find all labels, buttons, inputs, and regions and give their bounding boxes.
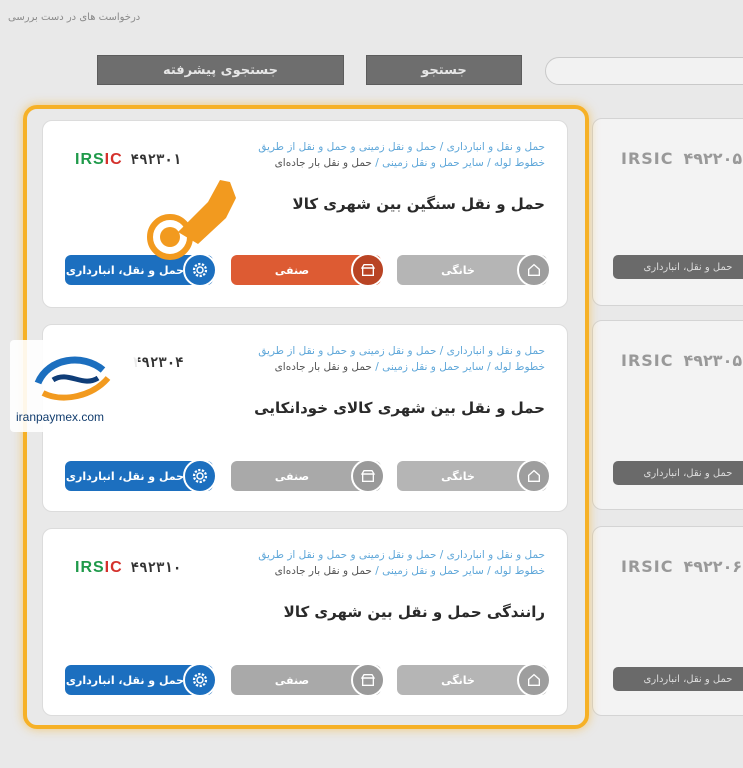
home-icon: [517, 253, 551, 287]
guild-type-button[interactable]: صنفی: [231, 253, 385, 287]
irsic-code: ۴۹۲۳۰۴: [133, 355, 184, 371]
activity-code: ۴۹۲۳۰۴: [133, 355, 184, 371]
category-button[interactable]: حمل و نقل، انبارداری: [65, 459, 217, 493]
search-input[interactable]: [545, 57, 743, 85]
side-card-category[interactable]: حمل و نقل، انبارداری: [613, 255, 743, 279]
pointer-hand-icon: [138, 152, 248, 266]
gear-icon: [183, 663, 217, 697]
side-card[interactable]: IRSIC ۴۹۲۳۰۵ حمل و نقل، انبارداری: [592, 320, 743, 510]
guild-type-button[interactable]: صنفی: [231, 663, 385, 697]
home-icon: [517, 459, 551, 493]
home-icon: [517, 663, 551, 697]
advanced-search-button[interactable]: جستجوی پیشرفته: [97, 55, 344, 85]
activity-title: رانندگی حمل و نقل بین شهری کالا: [283, 603, 545, 621]
activity-code: ۴۹۲۳۱۰: [130, 560, 182, 576]
category-button[interactable]: حمل و نقل، انبارداری: [65, 663, 217, 697]
gear-icon: [183, 459, 217, 493]
side-card[interactable]: IRSIC ۴۹۲۲۰۶ حمل و نقل، انبارداری: [592, 526, 743, 716]
activity-title: حمل و نقل سنگین بین شهری کالا: [292, 195, 545, 213]
side-card-code: IRSIC ۴۹۲۳۰۵: [621, 351, 743, 370]
shop-icon: [351, 459, 385, 493]
irsic-logo: IRSIC: [75, 151, 123, 168]
guild-type-button[interactable]: صنفی: [231, 459, 385, 493]
irsic-logo: IRSIC: [75, 559, 123, 576]
home-type-button[interactable]: خانگی: [397, 663, 551, 697]
breadcrumb: حمل و نقل و انبارداری / حمل و نقل زمینی …: [258, 141, 545, 169]
search-button[interactable]: جستجو: [366, 55, 522, 85]
watermark-url: iranpaymex.com: [16, 410, 105, 424]
page-hint: درخواست های در دست بررسی: [8, 12, 141, 23]
breadcrumb: حمل و نقل و انبارداری / حمل و نقل زمینی …: [258, 345, 545, 373]
side-card-category[interactable]: حمل و نقل، انبارداری: [613, 461, 743, 485]
breadcrumb: حمل و نقل و انبارداری / حمل و نقل زمینی …: [258, 549, 545, 577]
home-type-button[interactable]: خانگی: [397, 459, 551, 493]
activity-card[interactable]: حمل و نقل و انبارداری / حمل و نقل زمینی …: [42, 120, 568, 308]
shop-icon: [351, 663, 385, 697]
search-bar: جستجوی پیشرفته جستجو: [0, 55, 743, 87]
home-type-button[interactable]: خانگی: [397, 253, 551, 287]
side-card-code: IRSIC ۴۹۲۲۰۶: [621, 557, 743, 576]
side-card[interactable]: IRSIC ۴۹۲۲۰۵ حمل و نقل، انبارداری: [592, 118, 743, 306]
side-card-category[interactable]: حمل و نقل، انبارداری: [613, 667, 743, 691]
activity-title: حمل و نقل بین شهری کالای خودانکایی: [254, 399, 545, 417]
shop-icon: [351, 253, 385, 287]
activity-card[interactable]: حمل و نقل و انبارداری / حمل و نقل زمینی …: [42, 528, 568, 716]
irsic-code: IRSIC ۴۹۲۳۱۰: [75, 559, 181, 577]
side-card-code: IRSIC ۴۹۲۲۰۵: [621, 149, 743, 168]
